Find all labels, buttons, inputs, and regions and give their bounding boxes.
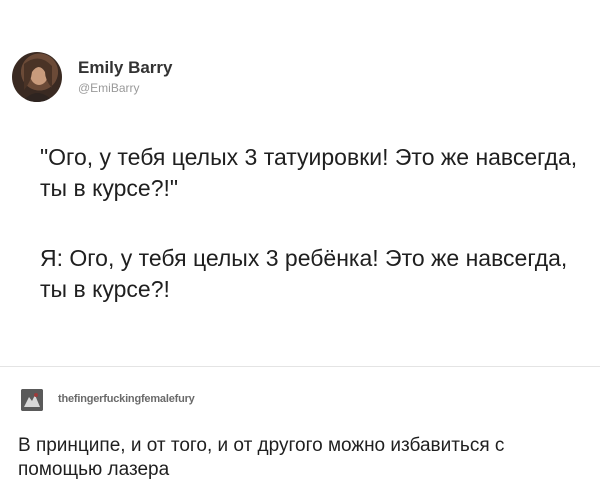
reply-post: thefingerfuckingfemalefury В принципе, и… xyxy=(0,367,600,492)
tweet-text-paragraph-2: Я: Ого, у тебя целых 3 ребёнка! Это же н… xyxy=(40,245,568,302)
tweet-card: Emily Barry @EmiBarry "Ого, у тебя целых… xyxy=(0,0,600,366)
tweet-text-paragraph-1: "Ого, у тебя целых 3 татуировки! Это же … xyxy=(40,144,578,201)
author-display-name[interactable]: Emily Barry xyxy=(78,58,173,78)
author-handle[interactable]: @EmiBarry xyxy=(78,81,140,95)
reply-text: В принципе, и от того, и от другого можн… xyxy=(18,435,505,480)
profile-avatar-icon[interactable] xyxy=(12,52,62,102)
reply-username[interactable]: thefingerfuckingfemalefury xyxy=(58,393,195,405)
reply-user-avatar-icon[interactable] xyxy=(21,389,43,411)
